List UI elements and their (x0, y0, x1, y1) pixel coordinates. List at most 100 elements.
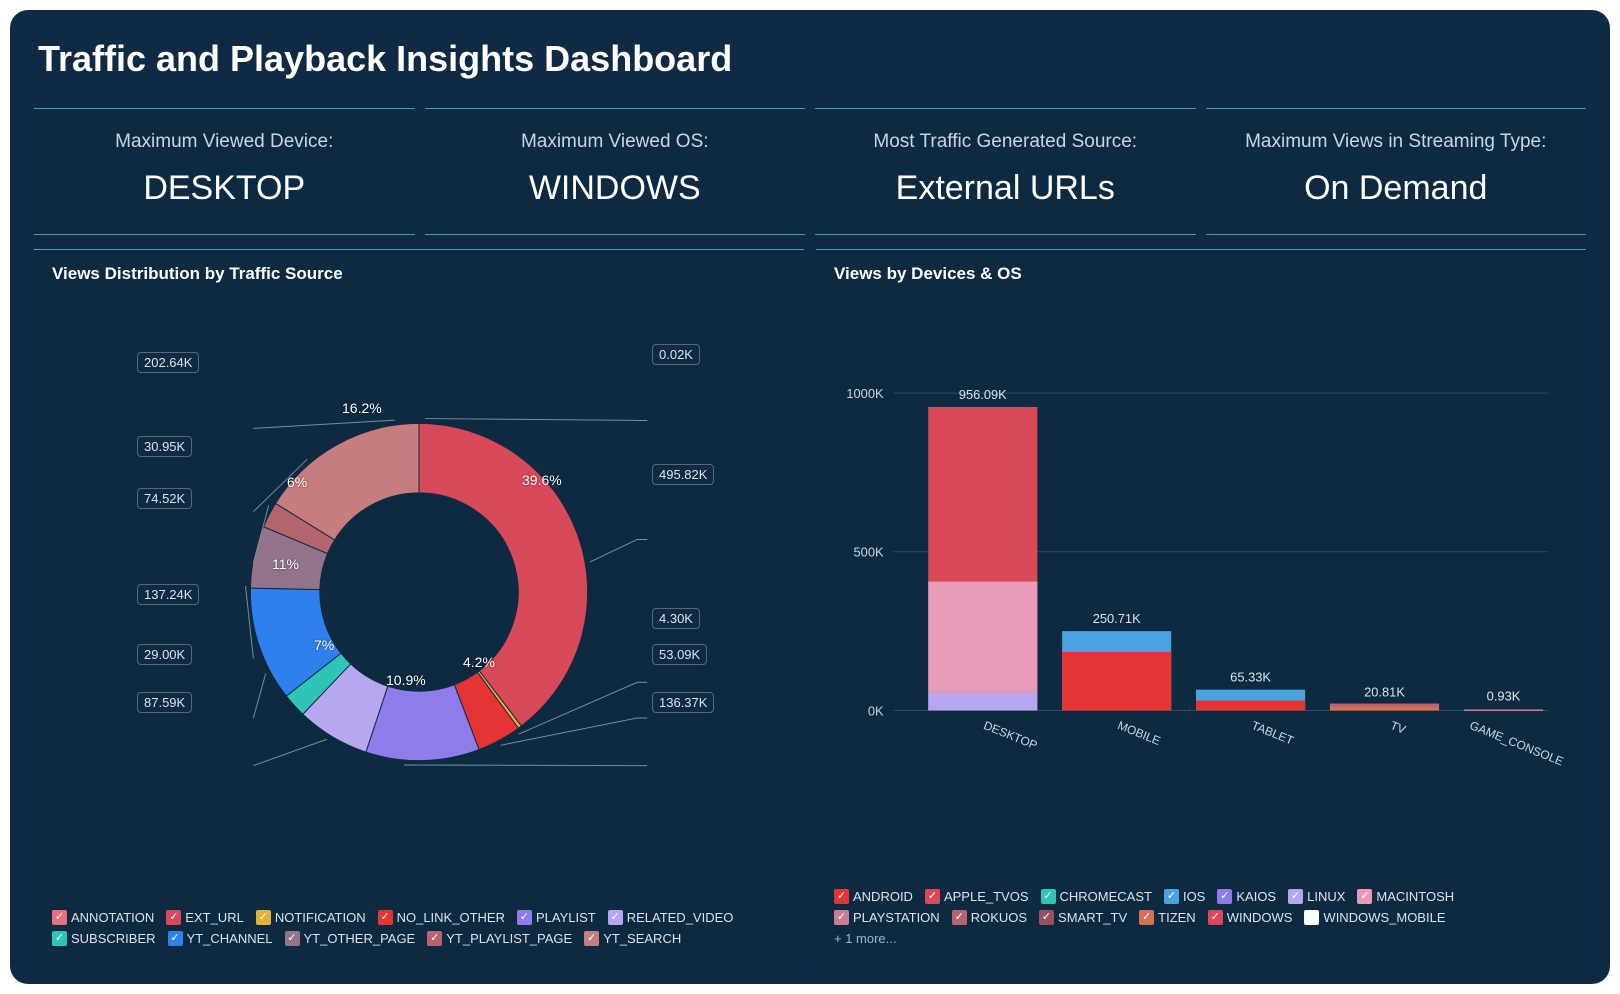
bar-mobile[interactable]: 250.71K (1062, 611, 1171, 710)
kpi-label: Maximum Views in Streaming Type: (1214, 131, 1579, 153)
legend-item[interactable]: ✓ROKUOS (952, 910, 1027, 925)
legend-item[interactable]: ✓ APPLE_TVOS (925, 889, 1029, 904)
legend-item[interactable]: ✓ IOS (1164, 889, 1205, 904)
check-icon: ✓ (925, 889, 940, 904)
kpi-max-device[interactable]: Maximum Viewed Device: DESKTOP (34, 108, 415, 235)
check-icon: ✓ (1288, 889, 1303, 904)
kpi-value: WINDOWS (433, 169, 798, 208)
svg-text:250.71K: 250.71K (1093, 611, 1141, 626)
legend-label: YT_PLAYLIST_PAGE (446, 931, 572, 946)
callout-ytplaylist: 30.95K (137, 436, 192, 457)
bar-tablet[interactable]: 65.33K (1196, 670, 1305, 711)
check-icon: ✓ (166, 910, 181, 925)
slice-pct: 6% (287, 474, 307, 490)
legend-label: NOTIFICATION (275, 910, 366, 925)
svg-text:TABLET: TABLET (1249, 718, 1295, 747)
legend-item[interactable]: ✓WINDOWS_MOBILE (1304, 910, 1445, 925)
legend-item[interactable]: ✓MACINTOSH (1357, 889, 1454, 904)
slice-pct: 16.2% (342, 400, 382, 416)
svg-text:65.33K: 65.33K (1230, 670, 1271, 685)
callout-ytchannel: 137.24K (137, 584, 199, 605)
legend-item[interactable]: ✓NOTIFICATION (256, 910, 366, 925)
kpi-value: External URLs (823, 169, 1188, 208)
callout-annotation: 0.02K (652, 344, 700, 365)
legend-label: TIZEN (1158, 910, 1196, 925)
donut-slice[interactable] (419, 423, 588, 726)
bar-desktop[interactable]: 956.09K (928, 387, 1037, 710)
callout-subscriber: 29.00K (137, 644, 192, 665)
kpi-traffic-source[interactable]: Most Traffic Generated Source: External … (815, 108, 1196, 235)
callout-notification: 4.30K (652, 608, 700, 629)
check-icon: ✓ (1039, 910, 1054, 925)
legend-item[interactable]: ✓ KAIOS (1217, 889, 1276, 904)
legend-item[interactable]: ✓ANNOTATION (52, 910, 154, 925)
legend-label: ROKUOS (971, 910, 1027, 925)
legend-item[interactable]: ✓ANDROID (834, 889, 913, 904)
legend-label: RELATED_VIDEO (627, 910, 734, 925)
legend-item[interactable]: ✓ YT_PLAYLIST_PAGE (427, 931, 572, 946)
legend-item[interactable]: ✓PLAYSTATION (834, 910, 940, 925)
legend-label: YT_SEARCH (603, 931, 681, 946)
panel-title: Views by Devices & OS (834, 264, 1568, 284)
svg-text:956.09K: 956.09K (959, 387, 1007, 402)
panel-title: Views Distribution by Traffic Source (52, 264, 786, 284)
legend-label: WINDOWS_MOBILE (1323, 910, 1445, 925)
check-icon: ✓ (517, 910, 532, 925)
bar-tv[interactable]: 20.81K (1330, 685, 1439, 711)
legend-label: YT_CHANNEL (187, 931, 273, 946)
legend-label: YT_OTHER_PAGE (304, 931, 416, 946)
bar-chart[interactable]: 0K 500K 1000K 956.09K 250 (834, 292, 1568, 881)
kpi-streaming-type[interactable]: Maximum Views in Streaming Type: On Dema… (1206, 108, 1587, 235)
legend-label: APPLE_TVOS (944, 889, 1029, 904)
slice-pct: 7% (314, 637, 334, 653)
dashboard-app: Traffic and Playback Insights Dashboard … (10, 10, 1610, 984)
svg-text:TV: TV (1388, 718, 1407, 737)
legend-label: PLAYSTATION (853, 910, 940, 925)
svg-text:1000K: 1000K (846, 386, 884, 401)
legend-item[interactable]: ✓PLAYLIST (517, 910, 596, 925)
callout-playlist: 136.37K (652, 692, 714, 713)
legend-item[interactable]: ✓ SMART_TV (1039, 910, 1127, 925)
legend-label: KAIOS (1236, 889, 1276, 904)
panel-devices-os: Views by Devices & OS 0K 500K 1000K (816, 249, 1586, 964)
legend-item[interactable]: ✓ RELATED_VIDEO (608, 910, 734, 925)
legend-label: ANNOTATION (71, 910, 154, 925)
legend-item[interactable]: ✓SUBSCRIBER (52, 931, 156, 946)
leader-line (253, 420, 394, 428)
callout-nolink: 53.09K (652, 644, 707, 665)
bar-console[interactable]: 0.93K (1464, 689, 1543, 711)
legend-item[interactable]: ✓ EXT_URL (166, 910, 244, 925)
check-icon: ✓ (1164, 889, 1179, 904)
legend-item[interactable]: ✓YT_SEARCH (584, 931, 681, 946)
kpi-label: Maximum Viewed Device: (42, 131, 407, 153)
legend-item[interactable]: ✓WINDOWS (1208, 910, 1293, 925)
donut-chart[interactable]: 39.6% 4.2% 10.9% 7% 11% 6% 16.2% 0.02K 4… (52, 292, 786, 902)
legend-label: SMART_TV (1058, 910, 1127, 925)
legend-more[interactable]: + 1 more... (834, 931, 1568, 946)
legend-label: EXT_URL (185, 910, 244, 925)
check-icon: ✓ (1217, 889, 1232, 904)
slice-pct: 4.2% (463, 654, 495, 670)
kpi-value: DESKTOP (42, 169, 407, 208)
svg-text:0K: 0K (868, 703, 884, 718)
legend-item[interactable]: ✓CHROMECAST (1041, 889, 1152, 904)
legend-label: ANDROID (853, 889, 913, 904)
check-icon: ✓ (1208, 910, 1223, 925)
legend-item[interactable]: ✓ YT_CHANNEL (168, 931, 273, 946)
bar-svg: 0K 500K 1000K 956.09K 250 (834, 292, 1568, 881)
legend-item[interactable]: ✓LINUX (1288, 889, 1345, 904)
slice-pct: 39.6% (522, 472, 562, 488)
check-icon: ✓ (1041, 889, 1056, 904)
legend-label: IOS (1183, 889, 1205, 904)
legend-item[interactable]: ✓TIZEN (1139, 910, 1196, 925)
panel-traffic-source: Views Distribution by Traffic Source 39.… (34, 249, 804, 964)
check-icon: ✓ (608, 910, 623, 925)
legend-item[interactable]: ✓YT_OTHER_PAGE (285, 931, 416, 946)
kpi-max-os[interactable]: Maximum Viewed OS: WINDOWS (425, 108, 806, 235)
slice-pct: 11% (272, 556, 299, 572)
callout-ytother: 74.52K (137, 488, 192, 509)
legend-item[interactable]: ✓NO_LINK_OTHER (378, 910, 505, 925)
check-icon: ✓ (168, 931, 183, 946)
slice-pct: 10.9% (386, 672, 426, 688)
check-icon: ✓ (427, 931, 442, 946)
